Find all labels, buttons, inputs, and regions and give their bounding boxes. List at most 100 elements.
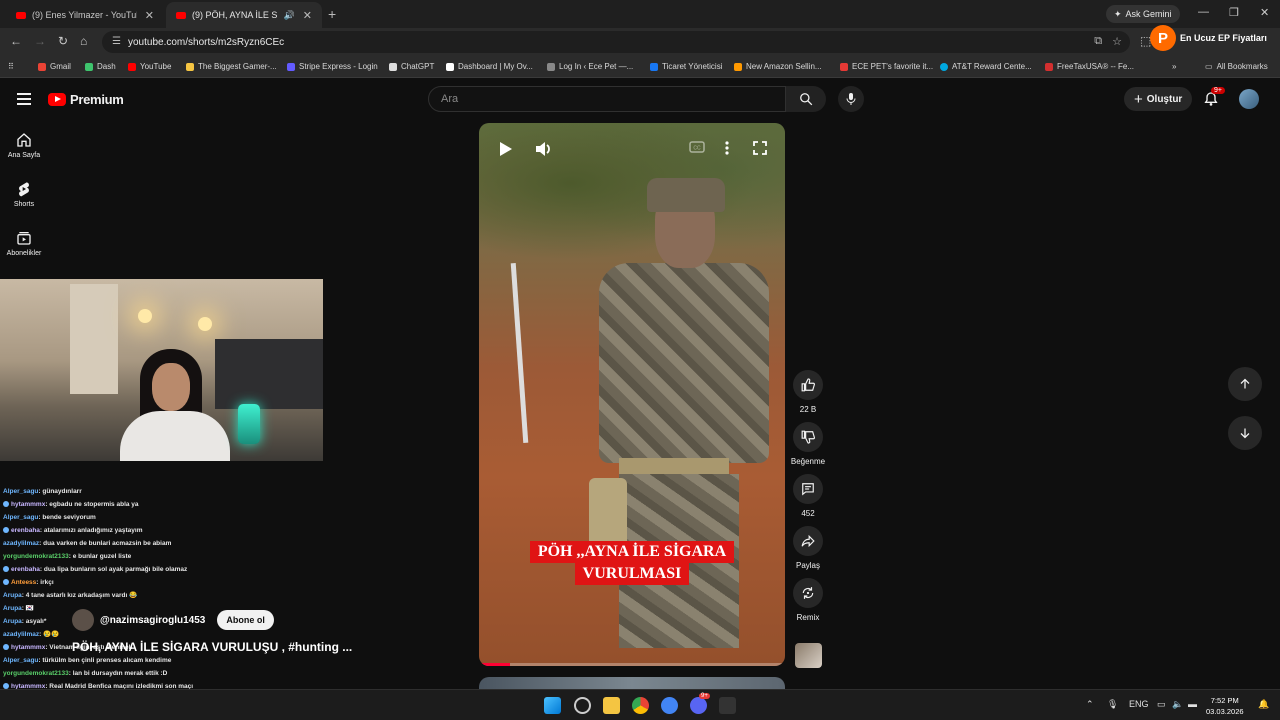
tab-enes-yilmazer[interactable]: (9) Enes Yilmazer - YouTube ✕ (6, 2, 164, 28)
chat-username[interactable]: hytammmx (11, 644, 45, 651)
bookmark-dashboard[interactable]: Dashboard | My Ov... (446, 62, 533, 71)
bookmark-att[interactable]: AT&T Reward Cente... (940, 62, 1032, 71)
channel-avatar[interactable] (72, 609, 94, 631)
network-icon[interactable]: ▭ (1157, 699, 1166, 710)
bookmark-gamer[interactable]: The Biggest Gamer-... (186, 62, 277, 71)
bookmark-freetaxusa[interactable]: FreeTaxUSA® -- Fe... (1045, 62, 1134, 71)
discord-icon[interactable]: 9+ (690, 693, 710, 714)
restore-icon[interactable]: ❐ (1229, 6, 1239, 19)
captions-icon[interactable]: CC (689, 141, 705, 153)
bookmark-chatgpt[interactable]: ChatGPT (389, 62, 434, 71)
bookmark-amazon[interactable]: New Amazon Sellin... (734, 62, 822, 71)
chat-text: : e bunlar guzel liste (68, 553, 132, 560)
youtube-premium-logo[interactable]: Premium (48, 92, 124, 107)
tab-poh-ayna[interactable]: (9) PÖH, AYNA İLE SİGARA 🔊 ✕ (166, 2, 322, 28)
ask-gemini-button[interactable]: ✦ Ask Gemini (1106, 5, 1180, 23)
chrome-icon[interactable] (632, 697, 649, 714)
bookmark-ece-pet-login[interactable]: Log In ‹ Ece Pet —... (547, 62, 633, 71)
google-icon[interactable] (661, 697, 678, 714)
chat-username[interactable]: hytammmx (11, 501, 45, 508)
all-bookmarks[interactable]: ▭ All Bookmarks (1205, 62, 1268, 71)
chat-username[interactable]: erenbaha (11, 566, 40, 573)
language-indicator[interactable]: ENG (1129, 699, 1149, 709)
chat-username[interactable]: yorgundemokrat2133 (3, 670, 69, 677)
sidebar-item-home[interactable]: Ana Sayfa (0, 132, 48, 159)
install-app-icon[interactable]: ⧉ (1094, 35, 1102, 48)
bookmark-youtube[interactable]: YouTube (128, 62, 171, 71)
back-arrow-icon[interactable]: ← (10, 34, 22, 48)
chat-username[interactable]: Anteess (11, 579, 36, 586)
close-tab-icon[interactable]: ✕ (303, 9, 312, 22)
short-title[interactable]: PÖH, AYNA İLE SİGARA VURULUŞU , #hunting… (72, 640, 352, 654)
like-button[interactable]: 22 B (790, 370, 826, 414)
clock[interactable]: 7:52 PM 03.03.2026 (1206, 695, 1244, 717)
show-hidden-icons-icon[interactable]: ⌃ (1086, 699, 1094, 710)
bookmark-gmail[interactable]: Gmail (38, 62, 71, 71)
forward-arrow-icon[interactable]: → (34, 34, 46, 48)
site-info-icon[interactable]: ☰ (112, 36, 121, 47)
speaker-icon[interactable]: 🔈 (1172, 699, 1183, 710)
chat-username[interactable]: Arupa (3, 618, 22, 625)
more-options-icon[interactable] (725, 141, 729, 155)
create-button[interactable]: + Oluştur (1124, 87, 1193, 111)
video-progress-bar[interactable] (479, 663, 785, 666)
notifications-button[interactable]: 9+ (1203, 87, 1225, 109)
bookmarks-overflow-icon[interactable]: » (1172, 62, 1176, 71)
chat-username[interactable]: Arupa (3, 605, 22, 612)
new-tab-button[interactable]: + (328, 6, 336, 22)
home-icon[interactable]: ⌂ (80, 34, 87, 48)
app-icon[interactable] (719, 697, 736, 714)
previous-short-button[interactable] (1228, 367, 1262, 401)
reload-icon[interactable]: ↻ (58, 34, 68, 48)
channel-name[interactable]: @nazimsagiroglu1453 (100, 615, 205, 626)
minimize-icon[interactable]: — (1198, 6, 1209, 18)
chat-text: : 4 tane astarlı kız arkadaşım vardı 😂 (21, 592, 138, 599)
volume-icon[interactable] (535, 141, 553, 157)
bookmark-dash[interactable]: Dash (85, 62, 116, 71)
folder-icon: ▭ (1205, 62, 1213, 71)
microphone-tray-icon[interactable]: 🎙 (1107, 699, 1118, 710)
apps-grid-icon[interactable]: ⠿ (8, 62, 14, 71)
audio-source-thumbnail[interactable] (795, 643, 822, 668)
voice-search-button[interactable] (838, 86, 864, 112)
dislike-button[interactable]: Beğenme (790, 422, 826, 466)
play-icon[interactable] (499, 141, 513, 157)
bookmark-ece-pet-favorite[interactable]: ECE PET's favorite it... (840, 62, 933, 71)
file-explorer-icon[interactable] (603, 697, 620, 714)
rgb-microphone (238, 404, 260, 444)
bookmark-stripe[interactable]: Stripe Express - Login (287, 62, 378, 71)
close-tab-icon[interactable]: ✕ (145, 9, 154, 22)
audio-playing-icon[interactable]: 🔊 (284, 10, 295, 21)
chat-username[interactable]: Alper_sagu (3, 514, 38, 521)
chat-username[interactable]: azadylilmaz (3, 631, 39, 638)
subscribe-button[interactable]: Abone ol (217, 610, 274, 630)
bookmark-label: YouTube (140, 62, 172, 71)
remix-button[interactable]: Remix (790, 578, 826, 622)
windows-start-icon[interactable] (544, 697, 561, 714)
next-short-button[interactable] (1228, 416, 1262, 450)
chat-username[interactable]: Alper_sagu (3, 657, 38, 664)
window-close-icon[interactable]: ✕ (1260, 6, 1269, 19)
chat-username[interactable]: azadylilmaz (3, 540, 39, 547)
notification-center-icon[interactable]: 🔔 (1258, 699, 1269, 710)
search-input[interactable]: Ara (428, 86, 786, 112)
chat-username[interactable]: erenbaha (11, 527, 40, 534)
chat-username[interactable]: Alper_sagu (3, 488, 38, 495)
address-bar[interactable]: ☰ youtube.com/shorts/m2sRyzn6CEc ⧉ ☆ (102, 31, 1130, 53)
sidebar-item-shorts[interactable]: Shorts (0, 181, 48, 208)
comments-button[interactable]: 452 (790, 474, 826, 518)
chat-username[interactable]: yorgundemokrat2133 (3, 553, 69, 560)
short-video-player[interactable]: PÖH ,,AYNA İLE SİGARA VURULMASI CC (479, 123, 785, 666)
bookmark-ticaret[interactable]: Ticaret Yöneticisi (650, 62, 722, 71)
fullscreen-icon[interactable] (753, 141, 767, 155)
avatar[interactable] (1239, 89, 1259, 109)
bookmark-star-icon[interactable]: ☆ (1112, 35, 1122, 48)
price-extension-badge[interactable]: P En Ucuz EP Fiyatları (1150, 25, 1267, 51)
share-button[interactable]: Paylaş (790, 526, 826, 570)
sidebar-item-subscriptions[interactable]: Abonelikler (0, 230, 48, 257)
search-button[interactable] (786, 86, 826, 112)
copilot-icon[interactable] (574, 697, 591, 714)
battery-icon[interactable]: ▬ (1188, 699, 1197, 709)
chat-username[interactable]: Arupa (3, 592, 22, 599)
menu-icon[interactable] (17, 93, 31, 105)
